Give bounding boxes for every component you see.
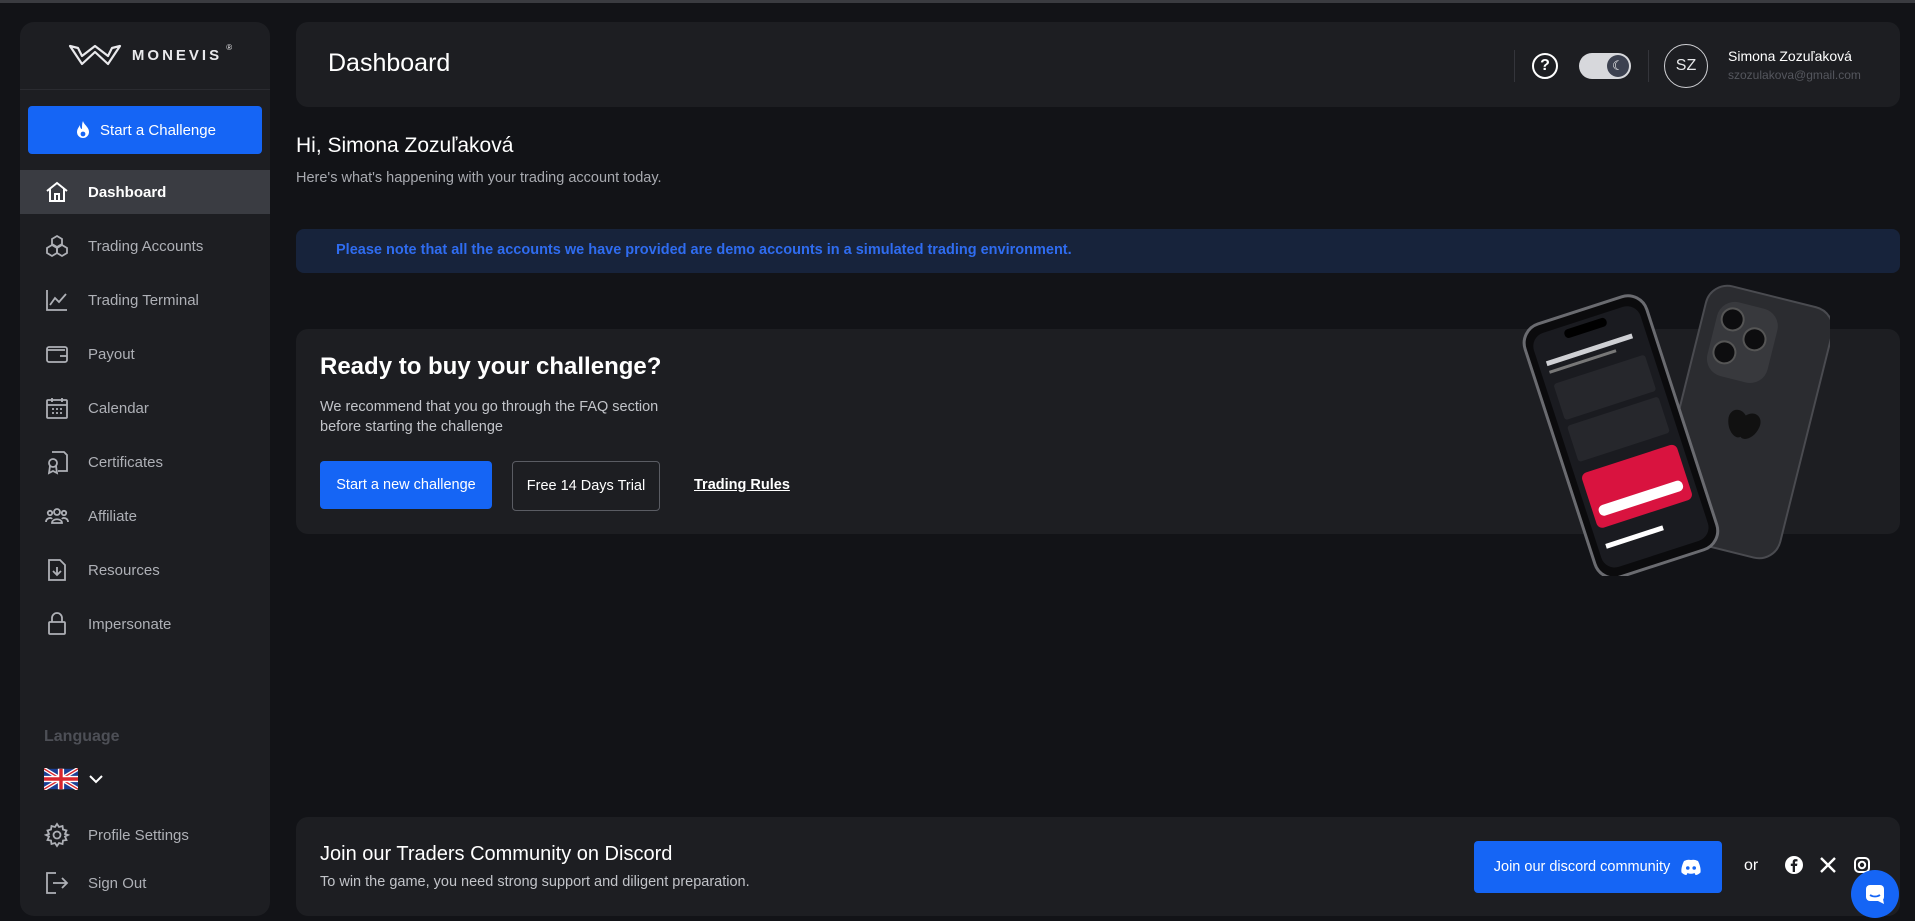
sidebar-item-label: Certificates — [88, 453, 164, 471]
start-challenge-button[interactable]: Start a Challenge — [28, 106, 262, 154]
sidebar-item-label: Calendar — [88, 399, 149, 417]
sidebar-item-dashboard[interactable]: Dashboard — [20, 170, 270, 214]
home-icon — [46, 181, 68, 202]
sign-out-icon — [46, 872, 69, 894]
brand-logo[interactable]: MONEVIS ® — [20, 22, 270, 90]
top-header: Dashboard ? ☾ SZ Simona Zozuľaková szozu… — [296, 22, 1900, 107]
sidebar-item-resources[interactable]: Resources — [20, 548, 270, 592]
user-name: Simona Zozuľaková — [1728, 48, 1852, 64]
user-email: szozulakova@gmail.com — [1728, 68, 1861, 82]
sidebar-item-affiliate[interactable]: Affiliate — [20, 494, 270, 538]
greeting-title: Hi, Simona Zozuľaková — [296, 134, 514, 157]
sidebar: MONEVIS ® Start a Challenge Dashboard Tra… — [20, 22, 270, 916]
join-discord-label: Join our discord community — [1493, 859, 1671, 875]
discord-card: Join our Traders Community on Discord To… — [296, 817, 1900, 916]
fire-icon — [77, 121, 90, 138]
language-selector[interactable] — [44, 768, 104, 790]
challenge-text: We recommend that you go through the FAQ… — [320, 399, 659, 435]
sidebar-item-impersonate[interactable]: Impersonate — [20, 602, 270, 646]
sidebar-item-trading-terminal[interactable]: Trading Terminal — [20, 278, 270, 322]
sign-out-label: Sign Out — [88, 874, 147, 892]
sidebar-item-label: Dashboard — [88, 183, 167, 201]
sidebar-item-label: Trading Terminal — [88, 291, 199, 309]
header-divider — [1514, 50, 1515, 82]
sidebar-item-label: Trading Accounts — [88, 237, 204, 255]
facebook-icon[interactable] — [1784, 855, 1804, 875]
help-icon: ? — [1540, 57, 1550, 74]
challenge-title: Ready to buy your challenge? — [320, 353, 662, 380]
or-text: or — [1744, 857, 1759, 874]
x-twitter-icon[interactable] — [1818, 855, 1838, 875]
file-download-icon — [48, 559, 66, 581]
chevron-down-icon — [89, 775, 103, 784]
join-discord-button[interactable]: Join our discord community — [1474, 841, 1722, 893]
brand-name: MONEVIS ® — [131, 43, 233, 64]
help-button[interactable]: ? — [1532, 53, 1558, 79]
avatar[interactable]: SZ — [1664, 44, 1708, 88]
profile-settings-link[interactable]: Profile Settings — [44, 822, 189, 848]
sidebar-item-label: Resources — [88, 561, 160, 579]
uk-flag-icon — [44, 768, 78, 790]
wallet-icon — [46, 346, 68, 363]
discord-subtitle: To win the game, you need strong support… — [320, 874, 750, 890]
discord-title: Join our Traders Community on Discord — [320, 843, 673, 865]
certificate-icon — [47, 451, 68, 475]
start-challenge-label: Start a Challenge — [100, 121, 216, 139]
page-title: Dashboard — [328, 49, 451, 77]
calendar-icon — [46, 398, 68, 419]
phones-illustration — [1522, 284, 1830, 576]
gear-icon — [44, 822, 70, 848]
header-divider — [1648, 50, 1649, 82]
lock-icon — [48, 612, 66, 635]
chat-widget-button[interactable] — [1851, 870, 1899, 918]
theme-toggle[interactable]: ☾ — [1579, 53, 1631, 79]
profile-settings-label: Profile Settings — [88, 826, 189, 844]
sidebar-item-calendar[interactable]: Calendar — [20, 386, 270, 430]
cubes-icon — [46, 234, 68, 258]
sidebar-item-label: Impersonate — [88, 615, 172, 633]
sidebar-item-trading-accounts[interactable]: Trading Accounts — [20, 224, 270, 268]
chat-icon — [1866, 885, 1884, 904]
sidebar-nav: Dashboard Trading Accounts Trading Termi… — [20, 170, 270, 656]
demo-notice-text: Please note that all the accounts we hav… — [336, 242, 1072, 258]
discord-icon — [1681, 859, 1701, 875]
chart-line-icon — [46, 290, 67, 311]
free-trial-button[interactable]: Free 14 Days Trial — [512, 461, 660, 511]
sidebar-item-certificates[interactable]: Certificates — [20, 440, 270, 484]
monevis-logo-icon — [68, 44, 122, 65]
language-label: Language — [44, 728, 120, 745]
sidebar-item-label: Payout — [88, 345, 135, 363]
sidebar-item-payout[interactable]: Payout — [20, 332, 270, 376]
moon-icon: ☾ — [1607, 55, 1629, 77]
window-top-border — [0, 0, 1915, 3]
users-icon — [45, 508, 69, 524]
trading-rules-link[interactable]: Trading Rules — [694, 477, 790, 493]
sidebar-item-label: Affiliate — [88, 507, 137, 525]
greeting-subtitle: Here's what's happening with your tradin… — [296, 170, 662, 186]
demo-notice-banner: Please note that all the accounts we hav… — [296, 229, 1900, 273]
sign-out-link[interactable]: Sign Out — [44, 870, 146, 896]
start-new-challenge-button[interactable]: Start a new challenge — [320, 461, 492, 509]
